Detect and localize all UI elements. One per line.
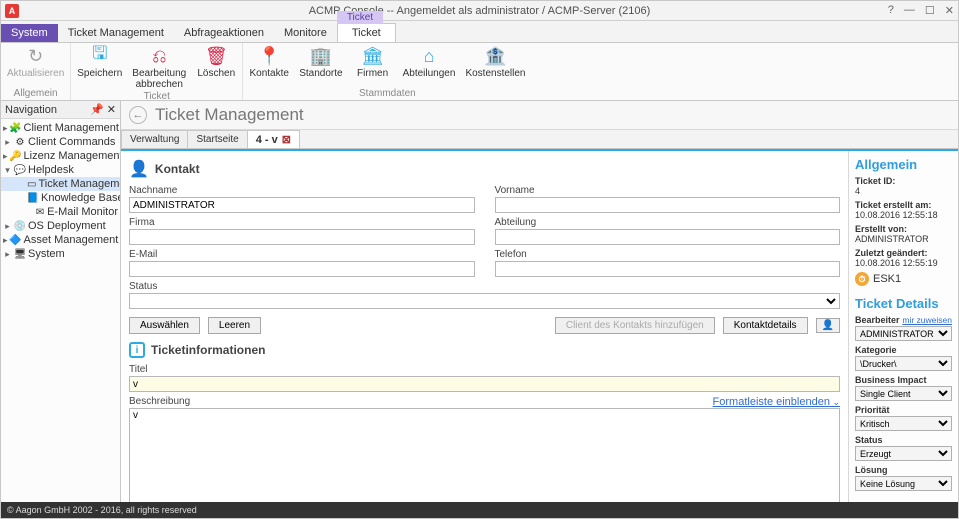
client-hinzufuegen-button[interactable]: Client des Kontakts hinzufügen — [555, 317, 715, 334]
bank-icon: 🏦 — [484, 45, 506, 67]
status-detail-select[interactable]: Erzeugt — [855, 446, 952, 461]
ribbon-abbrechen[interactable]: ⎌ Bearbeitung abbrechen — [132, 45, 186, 90]
info-icon: i — [129, 342, 145, 358]
app-icon: A — [5, 4, 19, 18]
status-select[interactable] — [129, 293, 840, 309]
page-title: Ticket Management — [155, 105, 304, 125]
formatleiste-link[interactable]: Formatleiste einblenden ⌄ — [713, 396, 840, 408]
menu-context-ticket[interactable]: Ticket — [337, 23, 396, 42]
kategorie-select[interactable]: \Drucker\ — [855, 356, 952, 371]
loesung-select[interactable]: Keine Lösung — [855, 476, 952, 491]
ribbon: ↻ Aktualisieren Allgemein 🖫 Speichern ⎌ … — [1, 43, 958, 101]
mir-zuweisen-link[interactable]: mir zuweisen — [902, 315, 952, 325]
nav-system[interactable]: ▸🖥System — [1, 247, 120, 261]
ribbon-kontakte[interactable]: 📍Kontakte — [249, 45, 289, 80]
kontakt-extra-button[interactable]: 👤 — [816, 318, 840, 333]
close-icon[interactable]: ✕ — [945, 4, 954, 17]
nav-os-deployment[interactable]: ▸💿OS Deployment — [1, 219, 120, 233]
menu-abfrage[interactable]: Abfrageaktionen — [174, 24, 274, 42]
menu-row: System Ticket Management Abfrageaktionen… — [1, 21, 958, 43]
tab-verwaltung[interactable]: Verwaltung — [121, 130, 188, 148]
menu-system[interactable]: System — [1, 24, 58, 42]
back-button[interactable]: ← — [129, 106, 147, 124]
tab-close-icon[interactable]: ⊠ — [282, 133, 291, 146]
save-icon: 🖫 — [89, 45, 111, 67]
nav-e-mail-monitor[interactable]: ✉E-Mail Monitor — [1, 205, 120, 219]
nav-lizenz-management[interactable]: ▸🔑Lizenz Management — [1, 149, 120, 163]
ribbon-group-stammdaten: Stammdaten — [359, 87, 416, 100]
refresh-icon: ↻ — [25, 45, 47, 67]
email-input[interactable] — [129, 261, 475, 277]
nachname-input[interactable] — [129, 197, 475, 213]
nav-knowledge-base[interactable]: 📘Knowledge Base — [1, 191, 120, 205]
nav-asset-management[interactable]: ▸🔷Asset Management — [1, 233, 120, 247]
vorname-input[interactable] — [495, 197, 841, 213]
tab-startseite[interactable]: Startseite — [187, 130, 247, 148]
firma-input[interactable] — [129, 229, 475, 245]
kontaktdetails-button[interactable]: Kontaktdetails — [723, 317, 808, 334]
delete-icon: 🗑 — [205, 45, 227, 67]
beschreibung-textarea[interactable]: v — [129, 408, 840, 502]
title-bar: A ACMP Console -- Angemeldet als adminis… — [1, 1, 958, 21]
abteilung-input[interactable] — [495, 229, 841, 245]
ribbon-loeschen[interactable]: 🗑 Löschen — [196, 45, 236, 80]
ribbon-firmen[interactable]: 🏛Firmen — [353, 45, 393, 80]
person-icon: 👤 — [129, 159, 149, 179]
nav-helpdesk[interactable]: ▾💬Helpdesk — [1, 163, 120, 177]
ribbon-speichern[interactable]: 🖫 Speichern — [77, 45, 122, 80]
prio-select[interactable]: Kritisch — [855, 416, 952, 431]
ribbon-abteilungen[interactable]: ⌂Abteilungen — [403, 45, 456, 80]
company-icon: 🏛 — [362, 45, 384, 67]
ribbon-group-allgemein: Allgemein — [14, 87, 58, 100]
minimize-icon[interactable]: ― — [904, 4, 915, 17]
section-kontakt: Kontakt — [155, 162, 200, 176]
telefon-input[interactable] — [495, 261, 841, 277]
org-icon: ⌂ — [418, 45, 440, 67]
ribbon-standorte[interactable]: 🏢Standorte — [299, 45, 342, 80]
ribbon-kostenstellen[interactable]: 🏦Kostenstellen — [465, 45, 525, 80]
bearbeiter-select[interactable]: ADMINISTRATOR — [855, 326, 952, 341]
cancel-icon: ⎌ — [148, 45, 170, 67]
menu-monitore[interactable]: Monitore — [274, 24, 337, 42]
esk-badge: ⏱ESK1 — [855, 272, 901, 286]
r-allgemein-title: Allgemein — [855, 157, 952, 172]
building-icon: 🏢 — [310, 45, 332, 67]
r-details-title: Ticket Details — [855, 296, 952, 311]
nav-header: Navigation 📌 ✕ — [1, 101, 120, 119]
section-ticketinfo: Ticketinformationen — [151, 343, 265, 357]
impact-select[interactable]: Single Client — [855, 386, 952, 401]
menu-ticket-mgmt[interactable]: Ticket Management — [58, 24, 174, 42]
ticket-id: 4 — [855, 186, 952, 196]
nav-client-management[interactable]: ▸🧩Client Management — [1, 121, 120, 135]
help-icon[interactable]: ? — [888, 4, 894, 17]
titel-input[interactable] — [129, 376, 840, 392]
footer: © Aagon GmbH 2002 - 2016, all rights res… — [1, 502, 958, 518]
tab-ticket-4v[interactable]: 4 - v ⊠ — [247, 130, 300, 148]
nav-client-commands[interactable]: ▸⚙Client Commands — [1, 135, 120, 149]
leeren-button[interactable]: Leeren — [208, 317, 261, 334]
ribbon-aktualisieren[interactable]: ↻ Aktualisieren — [7, 45, 64, 80]
nav-pane: Navigation 📌 ✕ ▸🧩Client Management▸⚙Clie… — [1, 101, 121, 502]
maximize-icon[interactable]: ☐ — [925, 4, 935, 17]
auswaehlen-button[interactable]: Auswählen — [129, 317, 200, 334]
nav-ticket-management[interactable]: ▭Ticket Management — [1, 177, 120, 191]
pin-icon[interactable]: 📌 ✕ — [90, 103, 116, 116]
context-group: Ticket — [337, 11, 383, 24]
pin-icon: 📍 — [258, 45, 280, 67]
